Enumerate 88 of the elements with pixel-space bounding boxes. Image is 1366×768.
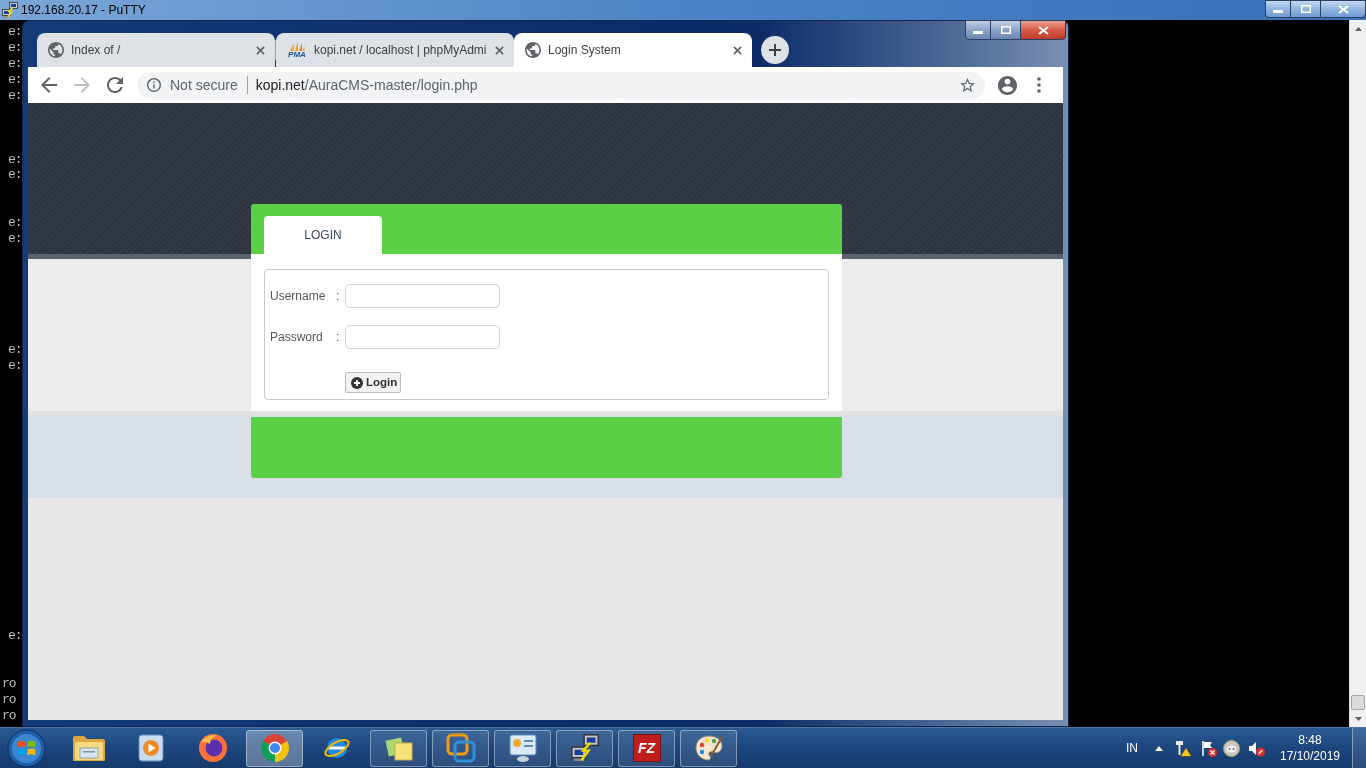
close-icon[interactable] — [256, 45, 265, 55]
scroll-up-icon — [1354, 26, 1362, 31]
menu-icon[interactable] — [1037, 77, 1041, 93]
minimize-button[interactable] — [1265, 0, 1291, 18]
logo-text: PMA — [288, 51, 306, 59]
computers-icon — [2, 2, 18, 18]
reload-icon[interactable] — [107, 77, 123, 93]
star-icon[interactable] — [960, 78, 975, 92]
close-button[interactable] — [1320, 0, 1366, 18]
address-bar[interactable]: Not secure kopi.net/AuraCMS-master/login.php — [137, 71, 985, 99]
clock-time[interactable]: 8:48 — [1298, 732, 1322, 748]
minimize-button[interactable] — [965, 20, 991, 40]
browser-tab[interactable]: Index of / — [37, 33, 275, 67]
taskbar-button[interactable] — [556, 729, 613, 767]
back-arrow-icon[interactable] — [41, 77, 57, 93]
browser-tab[interactable]: Login System — [514, 33, 752, 67]
taskbar-button[interactable]: FZ — [618, 729, 675, 767]
url-text: kopi.net/AuraCMS-master/login.php — [255, 75, 478, 95]
folder-icon — [71, 734, 106, 762]
new-tab-button[interactable] — [761, 36, 789, 64]
plus-circle-icon — [351, 376, 363, 389]
window-title: 192.168.20.17 - PuTTY — [21, 2, 146, 19]
globe-icon — [525, 42, 541, 58]
label-separator: : — [336, 329, 341, 346]
terminal-line: e: — [8, 358, 22, 374]
sail-logo-icon — [288, 41, 306, 51]
terminal-line: e: — [8, 342, 22, 358]
terminal-line: e: — [8, 231, 22, 246]
field-label: Password — [270, 329, 324, 346]
flag-icon[interactable] — [1200, 739, 1217, 757]
taskbar-button[interactable] — [494, 729, 551, 767]
scroll-down-icon — [1354, 716, 1362, 721]
close-icon — [1037, 25, 1049, 35]
info-icon — [147, 78, 161, 92]
maximize-button[interactable] — [991, 20, 1020, 40]
computers-icon — [570, 734, 599, 762]
input-field[interactable] — [345, 325, 500, 349]
terminal-line: ro — [2, 691, 16, 707]
terminal-line: e: — [8, 628, 22, 644]
plus-icon — [769, 44, 781, 56]
minimize-icon — [1273, 9, 1283, 13]
terminal-line: ro — [2, 675, 16, 691]
flame-globe-icon — [197, 733, 228, 763]
terminal-line: e: — [8, 24, 22, 40]
clock-date[interactable]: 17/10/2019 — [1279, 748, 1341, 764]
maximize-icon — [1300, 5, 1311, 13]
taskbar-button[interactable] — [432, 729, 489, 767]
taskbar-button[interactable] — [246, 729, 303, 767]
globe-icon — [48, 42, 64, 58]
scrollbar-thumb[interactable] — [1351, 695, 1365, 710]
dashboard-icon — [507, 733, 538, 763]
ring-logo-icon — [259, 733, 290, 763]
security-label: Not secure — [170, 75, 238, 95]
show-desktop-button[interactable] — [1352, 728, 1366, 768]
maximize-button[interactable] — [1291, 0, 1320, 18]
close-icon — [1337, 4, 1349, 14]
terminal-line: e: — [8, 88, 22, 103]
maximize-icon — [1000, 26, 1011, 34]
terminal-line: ro — [2, 707, 16, 723]
caret-icon[interactable] — [1155, 745, 1163, 751]
input-field[interactable] — [345, 284, 500, 308]
terminal-line: e: — [8, 56, 22, 72]
network-warning-icon[interactable] — [1175, 739, 1192, 757]
round-badge-icon[interactable] — [1223, 739, 1240, 757]
start-orb-icon[interactable] — [7, 728, 46, 768]
terminal-line: e: — [8, 40, 22, 56]
close-button[interactable] — [1020, 20, 1066, 40]
terminal-line: e: — [8, 72, 22, 88]
squares-icon — [445, 733, 476, 763]
terminal-line: e: — [8, 215, 22, 231]
taskbar-button[interactable] — [680, 729, 737, 767]
terminal-line: e: — [8, 167, 22, 183]
label-separator: : — [336, 288, 341, 305]
close-icon[interactable] — [495, 45, 504, 55]
account-icon[interactable] — [998, 75, 1017, 95]
taskbar-button[interactable] — [370, 729, 427, 767]
language-indicator[interactable]: IN — [1126, 739, 1138, 757]
media-player-icon — [137, 734, 164, 762]
field-label: Username — [270, 288, 327, 305]
scrollbar[interactable] — [1349, 20, 1366, 727]
login-button[interactable]: Login — [345, 372, 401, 393]
terminal-line: e: — [8, 151, 22, 167]
palette-icon — [693, 733, 724, 763]
browser-tab[interactable]: PMA kopi.net / localhost | phpMyAdmi — [276, 33, 514, 67]
close-icon[interactable] — [733, 45, 742, 55]
logo-text: FZ — [637, 741, 656, 755]
form-tab[interactable]: LOGIN — [264, 216, 382, 254]
minimize-icon — [973, 30, 983, 34]
